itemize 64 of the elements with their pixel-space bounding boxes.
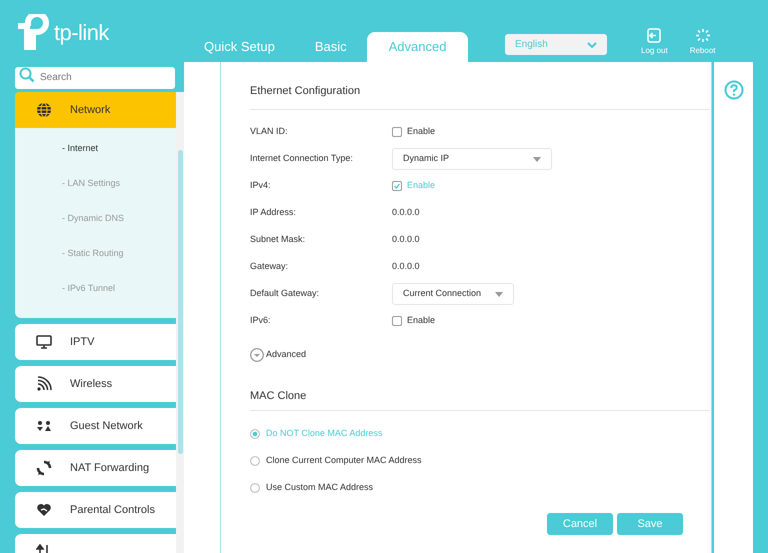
- section-heading: MAC Clone: [250, 388, 710, 411]
- submenu-item[interactable]: - Internet: [62, 142, 176, 156]
- radio-label: Clone Current Computer MAC Address: [266, 454, 422, 468]
- people-icon: [36, 418, 52, 434]
- field-label: Gateway:: [250, 260, 290, 274]
- field-value: 0.0.0.0: [392, 206, 420, 220]
- submenu-item[interactable]: - Dynamic DNS: [62, 212, 176, 226]
- field-label: Internet Connection Type:: [250, 152, 354, 166]
- sidebar-item[interactable]: Guest Network: [15, 408, 176, 444]
- radio-label: Do NOT Clone MAC Address: [266, 427, 382, 440]
- chevron-icon: [587, 42, 597, 48]
- chevron-circle-icon: [250, 348, 264, 362]
- checkbox[interactable]: [392, 316, 402, 326]
- dropdown[interactable]: Dynamic IP: [392, 148, 552, 170]
- nav-tab[interactable]: Basic: [294, 32, 367, 62]
- logo-text: tp-link: [54, 22, 109, 44]
- radio-button[interactable]: [250, 456, 260, 466]
- submenu-item[interactable]: - IPv6 Tunnel: [62, 282, 176, 296]
- checkbox-label: Enable: [407, 125, 436, 138]
- checkbox-label: Enable: [407, 314, 436, 328]
- sidebar-item[interactable]: Network: [15, 92, 176, 128]
- field-label: Default Gateway:: [250, 287, 320, 300]
- field-label: IPv4:: [250, 179, 272, 192]
- sidebar-item[interactable]: IPTV: [15, 324, 176, 360]
- caret-icon: [495, 292, 503, 296]
- submenu-item[interactable]: - Static Routing: [62, 247, 176, 261]
- radio-button[interactable]: [250, 429, 260, 439]
- caret-icon: [533, 156, 541, 162]
- field-label: Subnet Mask:: [250, 233, 306, 246]
- nav-tab[interactable]: Quick Setup: [184, 32, 295, 62]
- sidebar-item[interactable]: NAT Forwarding: [15, 450, 176, 486]
- reboot-button[interactable]: Reboot: [690, 28, 716, 62]
- radio-label: Use Custom MAC Address: [266, 481, 374, 494]
- scrollbar-thumb[interactable]: [178, 150, 183, 454]
- search-field[interactable]: Search: [15, 66, 175, 88]
- dropdown[interactable]: Current Connection: [392, 283, 514, 305]
- checkbox[interactable]: [392, 181, 402, 191]
- logout-button[interactable]: Log out: [641, 28, 668, 62]
- heart-icon: [36, 502, 52, 518]
- logout-icon: [645, 28, 664, 43]
- reboot-icon: [694, 28, 712, 43]
- nav-tab[interactable]: Advanced: [366, 32, 468, 62]
- advanced-toggle[interactable]: Advanced: [250, 348, 306, 362]
- field-label: VLAN ID:: [250, 125, 289, 138]
- sidebar-item[interactable]: Wireless: [15, 366, 176, 402]
- field-label: IPv6:: [250, 314, 272, 328]
- field-value: 0.0.0.0: [392, 233, 420, 246]
- radio-button[interactable]: [250, 483, 260, 493]
- search-icon: [19, 67, 35, 83]
- section-heading: Ethernet Configuration: [250, 83, 710, 110]
- field-label: IP Address:: [250, 206, 297, 220]
- globe-icon: [36, 102, 52, 118]
- cancel-button[interactable]: Cancel: [547, 513, 613, 535]
- submenu-item[interactable]: - LAN Settings: [62, 177, 176, 191]
- circular-arrows-icon: [36, 460, 52, 476]
- help-icon[interactable]: [724, 80, 744, 100]
- sidebar-item[interactable]: Parental Controls: [15, 492, 176, 528]
- checkbox-label: Enable: [407, 179, 436, 192]
- checkbox[interactable]: [392, 127, 402, 137]
- save-button[interactable]: Save: [617, 513, 683, 535]
- monitor-icon: [36, 334, 52, 350]
- field-value: 0.0.0.0: [392, 260, 420, 274]
- language-select[interactable]: English: [505, 34, 607, 55]
- signal-icon: [36, 376, 52, 392]
